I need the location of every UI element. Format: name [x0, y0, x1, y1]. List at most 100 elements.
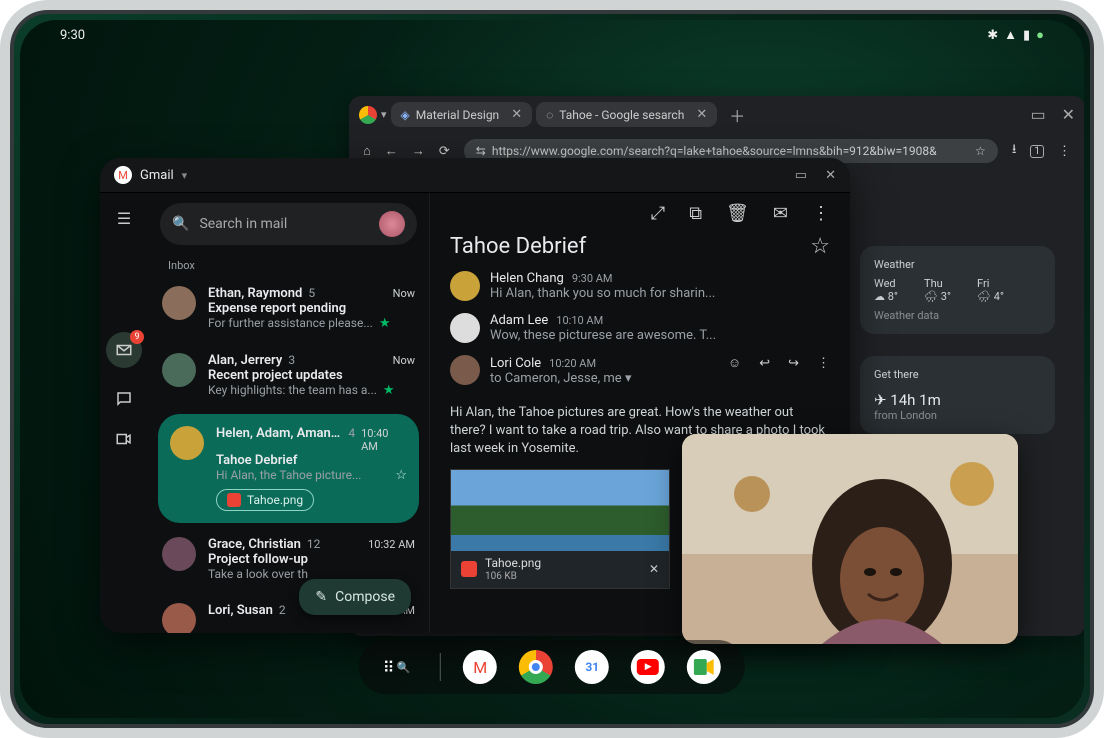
dock-calendar-icon[interactable]: 31 [575, 650, 609, 684]
meet-icon[interactable] [115, 430, 133, 448]
msg-time: 9:30 AM [572, 272, 613, 285]
overflow-icon[interactable]: ⋮ [817, 356, 830, 371]
app-drawer-button[interactable]: ⠿🔍 [383, 658, 410, 677]
thread-item[interactable]: Alan, Jerrery3Now Recent project updates… [148, 343, 429, 410]
day-temp: 3° [941, 290, 951, 303]
maximize-icon[interactable]: ▭ [1030, 105, 1045, 124]
video-pip[interactable] [682, 434, 1018, 644]
time: Now [393, 354, 415, 367]
tab-material-design[interactable]: ◈ Material Design ✕ [391, 102, 533, 127]
snippet: Key highlights: the team has a... [208, 383, 377, 398]
star-icon[interactable]: ☆ [395, 468, 407, 483]
compose-label: Compose [335, 589, 395, 605]
directions-card[interactable]: Get there ✈ 14h 1m from London [860, 356, 1055, 434]
senders: Alan, Jerrery [208, 353, 282, 368]
senders: Lori, Susan [208, 603, 273, 618]
taskbar: ⠿🔍 M 31 ▶ [359, 640, 745, 694]
delete-icon[interactable]: 🗑 [726, 203, 749, 224]
archive-icon[interactable]: ⧉ [689, 203, 702, 224]
emoji-icon[interactable]: ☺ [728, 355, 741, 371]
attachment-chip[interactable]: Tahoe.png [216, 489, 314, 511]
day-temp: 8° [888, 290, 898, 303]
subject: Recent project updates [208, 368, 415, 383]
wifi-icon: ▲ [1004, 27, 1017, 43]
mail-icon[interactable] [106, 332, 142, 368]
battery-icon: ▮ [1023, 28, 1030, 43]
tune-icon[interactable]: ⇆ [476, 144, 486, 158]
mark-unread-icon[interactable]: ✉ [773, 203, 788, 224]
overflow-icon[interactable]: ⋮ [812, 203, 830, 224]
count: 5 [308, 286, 315, 300]
recipients: to Cameron, Jesse, me [490, 371, 622, 386]
reply-icon[interactable]: ↩ [759, 356, 770, 371]
time: 10:40 AM [361, 427, 407, 453]
chip-label: Tahoe.png [247, 493, 303, 507]
weather-card[interactable]: Weather Wed☁ 8° Thu🌧 3° Fri🌧 4° Weather … [860, 246, 1055, 334]
sender-name: Adam Lee [490, 313, 548, 328]
time: Now [393, 287, 415, 300]
compose-button[interactable]: ✎ Compose [299, 579, 411, 615]
msg-time: 10:10 AM [556, 314, 603, 327]
chat-icon[interactable] [115, 390, 133, 408]
chevron-down-icon[interactable]: ▾ [381, 108, 387, 121]
new-tab-button[interactable]: ＋ [721, 103, 753, 127]
duration: 14h 1m [890, 391, 940, 409]
count: 4 [348, 426, 355, 440]
thread-item[interactable]: Ethan, Raymond5Now Expense report pendin… [148, 276, 429, 343]
tab-tahoe[interactable]: ◌ Tahoe - Google sesarch ✕ [536, 102, 717, 127]
tab-label: Tahoe - Google sesarch [559, 108, 684, 122]
day-temp: 4° [994, 290, 1004, 303]
search-input[interactable]: 🔍 Search in mail [160, 203, 417, 245]
dock-youtube-icon[interactable]: ▶ [631, 650, 665, 684]
avatar[interactable] [379, 211, 405, 237]
attachment-name: Tahoe.png [485, 557, 541, 570]
overflow-icon[interactable]: ⋮ [1058, 144, 1071, 159]
attachment-size: 106 KB [485, 571, 541, 582]
expand-icon[interactable]: ⤢ [651, 203, 665, 224]
card-title: Weather [874, 258, 1041, 271]
star-icon[interactable]: ☆ [975, 144, 986, 158]
home-icon[interactable]: ⌂ [363, 143, 371, 159]
search-placeholder: Search in mail [199, 216, 287, 232]
star-icon[interactable]: ★ [379, 316, 391, 331]
thread-item-selected[interactable]: Helen, Adam, Amanda410:40 AM Tahoe Debri… [158, 414, 419, 523]
collapsed-message[interactable]: Adam Lee10:10 AM Wow, these picturese ar… [450, 313, 830, 343]
section-label: Inbox [148, 255, 429, 276]
close-icon[interactable]: ✕ [696, 107, 707, 122]
tabs-icon[interactable]: 1 [1030, 145, 1044, 158]
download-icon[interactable]: ⭳ [1012, 140, 1017, 162]
snippet: Hi Alan, the Tahoe picture... [216, 468, 361, 483]
status-bar: 9:30 ✱ ▲ ▮ ● [20, 20, 1084, 50]
card-footer: Weather data [874, 309, 1041, 322]
dock-gmail-icon[interactable]: M [463, 650, 497, 684]
star-icon[interactable]: ★ [383, 383, 395, 398]
subject: Tahoe Debrief [216, 453, 407, 468]
forward-icon[interactable]: → [412, 143, 425, 159]
bluetooth-icon: ✱ [987, 28, 998, 43]
forward-icon[interactable]: ↪ [788, 356, 799, 371]
snippet: For further assistance please... [208, 316, 373, 331]
dock-chrome-icon[interactable] [519, 650, 553, 684]
count: 12 [307, 537, 321, 551]
chrome-icon [359, 106, 377, 124]
chevron-down-icon[interactable]: ▾ [182, 169, 188, 182]
close-icon[interactable]: ✕ [1062, 105, 1075, 124]
dock-meet-icon[interactable] [687, 650, 721, 684]
close-icon[interactable]: ✕ [825, 168, 836, 183]
star-icon[interactable]: ☆ [810, 234, 830, 259]
maximize-icon[interactable]: ▭ [795, 168, 807, 183]
refresh-icon[interactable]: ⟳ [439, 144, 450, 159]
globe-icon: ◌ [546, 108, 553, 122]
menu-icon[interactable]: ☰ [117, 209, 131, 228]
collapsed-message[interactable]: Helen Chang9:30 AM Hi Alan, thank you so… [450, 271, 830, 301]
count: 2 [279, 603, 286, 617]
sender-name: Lori Cole [490, 356, 541, 371]
senders: Grace, Christian [208, 537, 301, 552]
senders: Ethan, Raymond [208, 286, 302, 301]
back-icon[interactable]: ← [385, 143, 398, 159]
close-icon[interactable]: ✕ [649, 562, 659, 576]
attachment-preview[interactable]: Tahoe.png 106 KB ✕ [450, 469, 670, 589]
close-icon[interactable]: ✕ [511, 107, 522, 122]
chevron-down-icon[interactable]: ▾ [625, 371, 632, 386]
subject: Project follow-up [208, 552, 415, 567]
